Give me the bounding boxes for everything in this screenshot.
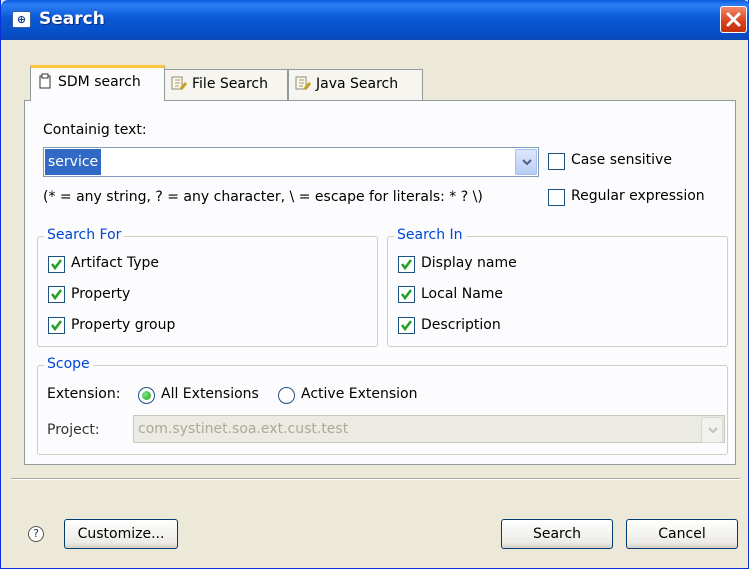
close-button[interactable] [720,6,747,33]
chevron-down-icon [708,427,718,434]
tab-label: Java Search [316,76,399,92]
artifact-type-label: Artifact Type [71,255,160,271]
combo-dropdown-button[interactable] [515,149,537,175]
regular-expression-label: Regular expression [571,188,705,204]
project-value: com.systinet.soa.ext.cust.test [138,421,349,437]
tab-sdm-search[interactable]: SDM search [30,65,165,101]
search-in-legend: Search In [394,227,466,243]
app-icon: ⊕ [12,11,31,28]
sdm-search-icon [37,71,53,89]
customize-button[interactable]: Customize... [64,519,178,549]
property-group-label: Property group [71,317,176,333]
artifact-type-checkbox[interactable] [48,256,65,273]
tab-label: File Search [192,76,268,92]
checkmark-icon [51,289,62,301]
checkmark-icon [51,320,62,332]
description-checkbox[interactable] [398,317,415,334]
case-sensitive-label: Case sensitive [571,152,672,168]
active-extension-radio[interactable] [278,387,295,404]
radio-selected-dot [142,391,151,400]
close-icon [726,12,741,27]
footer-divider [11,478,740,480]
local-name-label: Local Name [421,286,504,302]
display-name-label: Display name [421,255,517,271]
checkmark-icon [401,320,412,332]
cancel-button[interactable]: Cancel [626,519,738,549]
checkmark-icon [401,289,412,301]
wildcard-hint: (* = any string, ? = any character, \ = … [43,189,483,205]
checkmark-icon [401,259,412,271]
project-dropdown-button [701,417,723,443]
tab-java-search[interactable]: Java Search [288,69,423,100]
containing-text-label: Containig text: [43,122,147,138]
display-name-checkbox[interactable] [398,256,415,273]
help-icon[interactable]: ? [28,526,44,542]
regular-expression-checkbox[interactable] [548,189,565,206]
file-search-icon [171,73,188,90]
property-group-checkbox[interactable] [48,317,65,334]
property-checkbox[interactable] [48,286,65,303]
project-label: Project: [47,422,100,438]
all-extensions-label: All Extensions [161,386,259,402]
search-dialog: ⊕ Search SDM search File Search Java Sea… [0,0,749,569]
scope-legend: Scope [44,356,93,372]
local-name-checkbox[interactable] [398,286,415,303]
window-title: Search [39,9,105,29]
extension-label: Extension: [47,386,121,402]
active-extension-label: Active Extension [301,386,418,402]
description-label: Description [421,317,501,333]
property-label: Property [71,286,131,302]
chevron-down-icon [522,159,532,166]
containing-text-combo[interactable]: service [43,147,539,177]
tab-file-search[interactable]: File Search [164,69,288,100]
case-sensitive-checkbox[interactable] [548,153,565,170]
containing-text-value[interactable]: service [45,149,102,175]
search-button[interactable]: Search [501,519,613,549]
java-search-icon [295,73,312,90]
tab-label: SDM search [58,74,141,90]
project-combo: com.systinet.soa.ext.cust.test [133,415,725,443]
all-extensions-radio[interactable] [138,387,155,404]
checkmark-icon [51,259,62,271]
title-bar[interactable]: ⊕ Search [1,0,749,40]
search-for-legend: Search For [44,227,125,243]
